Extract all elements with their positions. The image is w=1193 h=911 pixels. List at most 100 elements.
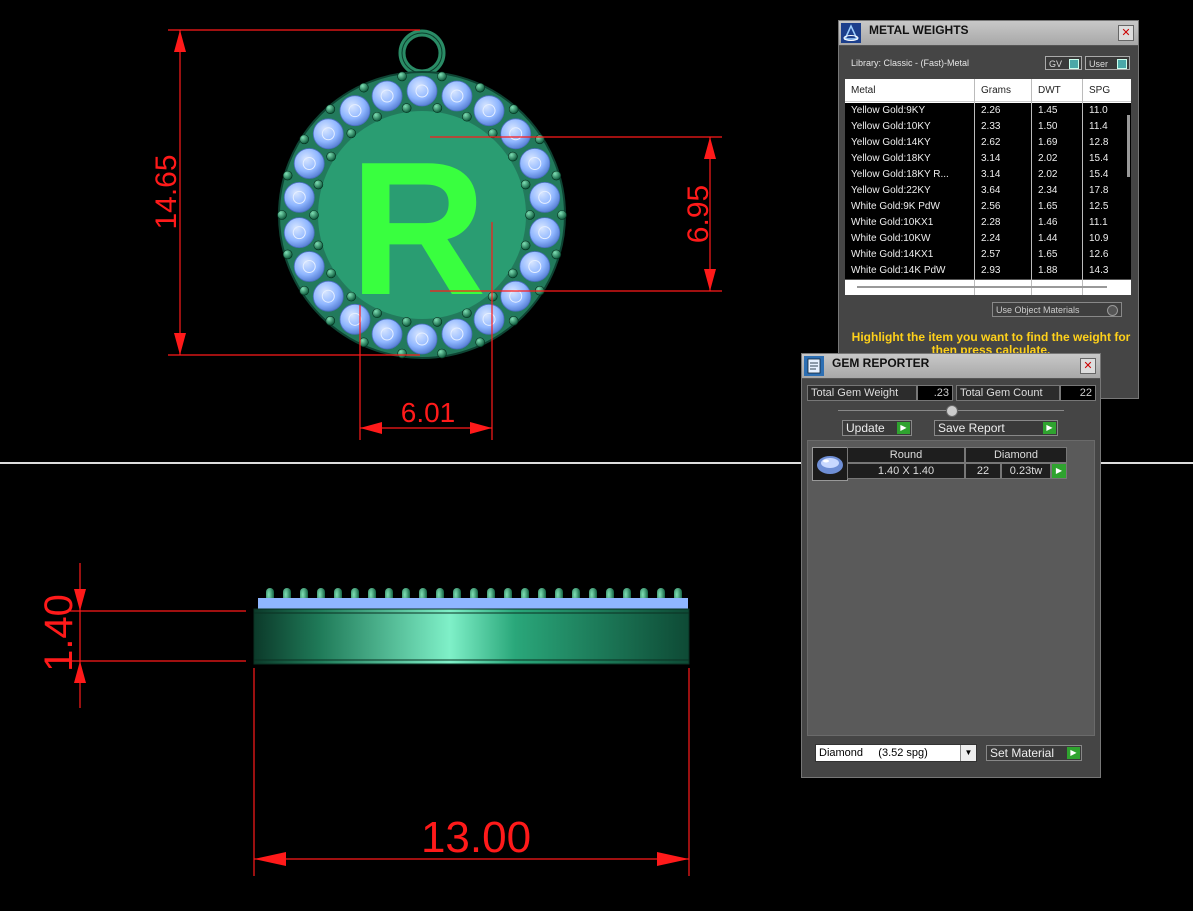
dim-height-top: 14.65 (150, 154, 183, 229)
total-gem-count-value: 22 (1060, 385, 1096, 401)
table-row[interactable]: Yellow Gold:10KY 2.33 1.50 11.4 (845, 119, 1131, 136)
material-select[interactable]: Diamond (3.52 spg) ▼ (815, 744, 977, 762)
gem-list[interactable]: Round Diamond 1.40 X 1.40 22 0.23tw ▶ (807, 440, 1095, 736)
metal-weights-titlebar[interactable]: METAL WEIGHTS ✕ (839, 21, 1138, 46)
use-object-materials-toggle[interactable]: Use Object Materials (992, 302, 1122, 317)
stone (519, 148, 551, 179)
grams-value: 2.62 (981, 137, 1001, 148)
prong (534, 134, 545, 145)
round-gem-thumbnail-icon[interactable] (812, 447, 848, 481)
stone (529, 217, 561, 249)
table-row[interactable]: White Gold:14KX1 2.57 1.65 12.6 (845, 247, 1131, 264)
update-button[interactable]: Update ▶ (842, 420, 912, 436)
prong (557, 210, 567, 220)
stone (293, 148, 325, 179)
spg-value: 14.3 (1089, 265, 1109, 276)
prong (508, 268, 518, 279)
metal-table[interactable]: Metal Grams DWT SPG Yellow Gold:9KY 2.26 1… (845, 79, 1131, 295)
prong (372, 111, 382, 122)
gem-reporter-panel[interactable]: GEM REPORTER ✕ Total Gem Weight .23 Tota… (801, 353, 1101, 778)
table-row[interactable]: White Gold:14K PdW 2.93 1.88 14.3 (845, 263, 1131, 280)
gem-reporter-title: GEM REPORTER (832, 356, 930, 370)
gv-toggle[interactable]: GV (1045, 56, 1082, 70)
table-row[interactable]: Yellow Gold:14KY 2.62 1.69 12.8 (845, 135, 1131, 152)
table-row[interactable]: Yellow Gold:18KY R... 3.14 2.02 15.4 (845, 167, 1131, 184)
table-row[interactable]: Yellow Gold:18KY 3.14 2.02 15.4 (845, 151, 1131, 168)
play-arrow-icon: ▶ (897, 422, 910, 434)
col-dwt[interactable]: DWT (1038, 85, 1061, 96)
gv-toggle-label: GV (1049, 59, 1063, 69)
horizontal-scrollbar[interactable] (857, 286, 1107, 288)
prong (525, 210, 535, 220)
grams-value: 2.56 (981, 201, 1001, 212)
toggle-indicator-icon (1069, 59, 1079, 69)
pendant-side-view[interactable] (253, 588, 690, 665)
spg-value: 17.8 (1089, 185, 1109, 196)
dwt-value: 1.88 (1038, 265, 1058, 276)
grams-value: 2.93 (981, 265, 1001, 276)
vertical-scrollbar[interactable] (1127, 115, 1130, 177)
user-toggle-label: User (1089, 59, 1109, 69)
table-row[interactable]: Yellow Gold:22KY 3.64 2.34 17.8 (845, 183, 1131, 200)
grams-value: 2.33 (981, 121, 1001, 132)
prong (437, 348, 447, 359)
col-spg[interactable]: SPG (1089, 85, 1110, 96)
prong (462, 111, 472, 122)
prong (325, 316, 336, 326)
prong (359, 337, 369, 348)
spg-value: 11.0 (1089, 105, 1108, 116)
gem-material: Diamond (965, 447, 1067, 463)
metal-name: White Gold:14K PdW (851, 265, 946, 276)
prong (475, 82, 485, 93)
dim-thickness: 1.40 (37, 594, 81, 672)
metal-name: Yellow Gold:18KY (851, 153, 931, 164)
dim-letter-width: 6.01 (401, 397, 456, 428)
col-metal[interactable]: Metal (851, 85, 875, 96)
prong (508, 151, 518, 162)
prong (397, 71, 407, 82)
prong (437, 71, 447, 82)
gem-count: 22 (965, 463, 1001, 479)
metal-table-header: Metal Grams DWT SPG (845, 79, 1131, 102)
grams-value: 2.28 (981, 217, 1001, 228)
set-material-button[interactable]: Set Material ▶ (986, 745, 1082, 761)
stone (283, 181, 315, 213)
gem-reporter-titlebar[interactable]: GEM REPORTER ✕ (802, 354, 1100, 379)
collapse-toggle-icon[interactable] (946, 405, 958, 417)
close-icon[interactable]: ✕ (1118, 25, 1134, 41)
close-icon[interactable]: ✕ (1080, 358, 1096, 374)
col-grams[interactable]: Grams (981, 85, 1011, 96)
grams-value: 2.57 (981, 249, 1001, 260)
dim-letter-height: 6.95 (682, 185, 715, 243)
prong (432, 103, 443, 113)
table-row[interactable]: White Gold:10KX1 2.28 1.46 11.1 (845, 215, 1131, 232)
grams-value: 2.26 (981, 105, 1001, 116)
dwt-value: 2.02 (1038, 153, 1058, 164)
set-material-button-label: Set Material (990, 746, 1055, 760)
save-report-button[interactable]: Save Report ▶ (934, 420, 1058, 436)
spg-value: 15.4 (1089, 153, 1109, 164)
dwt-value: 2.02 (1038, 169, 1058, 180)
stone (312, 280, 344, 312)
table-row[interactable]: White Gold:9K PdW 2.56 1.65 12.5 (845, 199, 1131, 216)
metal-name: White Gold:10KX1 (851, 217, 934, 228)
prong (551, 249, 562, 260)
table-row[interactable]: Yellow Gold:9KY 2.26 1.45 11.0 (845, 103, 1131, 120)
material-select-value: Diamond (3.52 spg) (819, 747, 928, 759)
metal-name: Yellow Gold:22KY (851, 185, 931, 196)
table-row[interactable]: White Gold:10KW 2.24 1.44 10.9 (845, 231, 1131, 248)
stone (339, 95, 371, 127)
stone (519, 251, 551, 282)
use-object-materials-label: Use Object Materials (996, 305, 1080, 315)
stone (529, 181, 561, 213)
prong (282, 170, 293, 181)
metal-weights-title: METAL WEIGHTS (869, 23, 969, 37)
spg-value: 12.5 (1089, 201, 1109, 212)
gem-detail-arrow-icon[interactable]: ▶ (1051, 463, 1067, 479)
spg-value: 10.9 (1089, 233, 1109, 244)
dwt-value: 1.65 (1038, 201, 1058, 212)
metal-weights-panel[interactable]: METAL WEIGHTS ✕ Library: Classic - (Fast… (838, 20, 1139, 399)
pendant-top-view[interactable]: R (277, 29, 567, 359)
user-toggle[interactable]: User (1085, 56, 1130, 70)
dwt-value: 1.69 (1038, 137, 1058, 148)
